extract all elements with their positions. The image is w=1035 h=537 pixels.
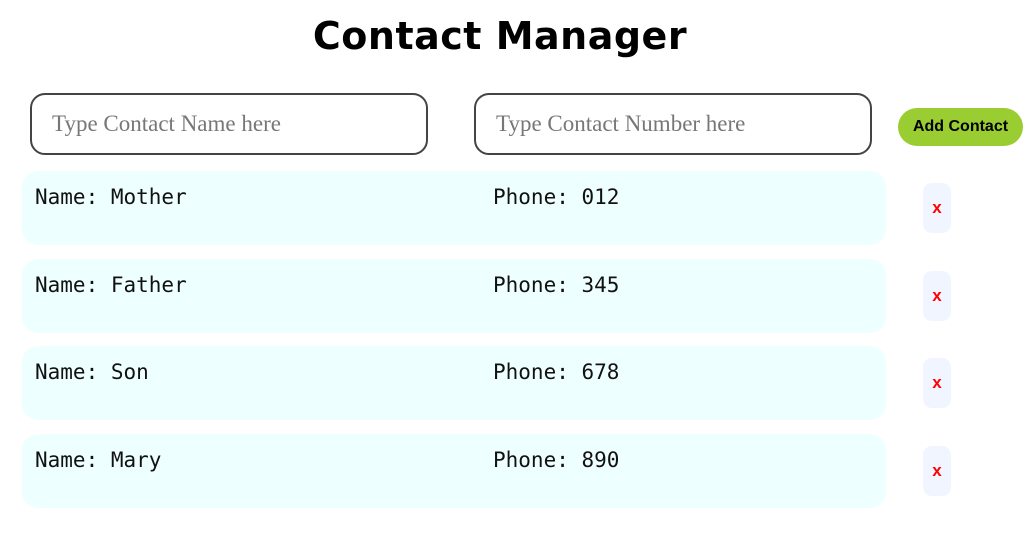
contact-phone: Phone: 012 bbox=[493, 185, 620, 209]
contact-phone: Phone: 345 bbox=[493, 273, 620, 297]
contact-row: Name: Son Phone: 678 bbox=[22, 346, 886, 420]
page-title: Contact Manager bbox=[312, 14, 688, 58]
contact-name: Name: Son bbox=[35, 360, 149, 384]
add-contact-button[interactable]: Add Contact bbox=[898, 108, 1023, 146]
delete-contact-button[interactable]: x bbox=[923, 271, 951, 321]
delete-contact-button[interactable]: x bbox=[923, 183, 951, 233]
contact-name-input[interactable] bbox=[30, 93, 428, 155]
contact-row: Name: Father Phone: 345 bbox=[22, 259, 886, 333]
contact-name: Name: Mother bbox=[35, 185, 187, 209]
contact-phone: Phone: 890 bbox=[493, 448, 620, 472]
delete-contact-button[interactable]: x bbox=[923, 358, 951, 408]
contact-name: Name: Father bbox=[35, 273, 187, 297]
contact-number-input[interactable] bbox=[474, 93, 872, 155]
delete-contact-button[interactable]: x bbox=[923, 446, 951, 496]
contact-row: Name: Mother Phone: 012 bbox=[22, 171, 886, 245]
contact-name: Name: Mary bbox=[35, 448, 162, 472]
contact-row: Name: Mary Phone: 890 bbox=[22, 434, 886, 508]
contact-phone: Phone: 678 bbox=[493, 360, 620, 384]
